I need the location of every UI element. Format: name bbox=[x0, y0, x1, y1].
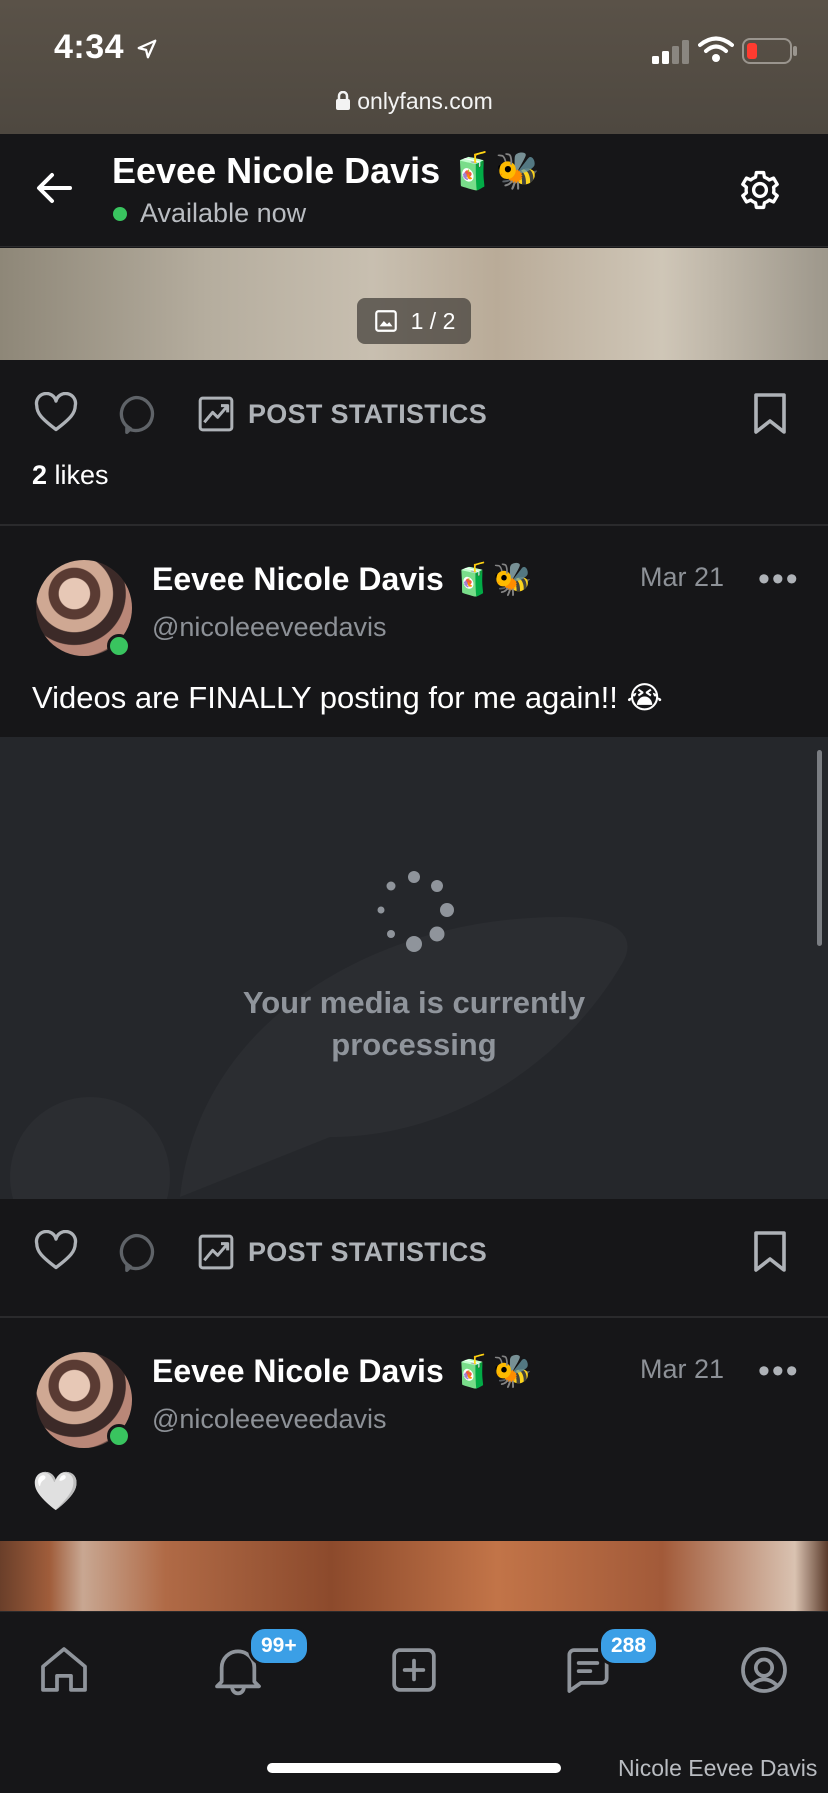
home-indicator[interactable] bbox=[267, 1763, 561, 1773]
more-options-button[interactable]: ••• bbox=[758, 560, 800, 599]
chart-icon bbox=[198, 1234, 234, 1270]
notifications-badge: 99+ bbox=[248, 1626, 310, 1666]
bookmark-button[interactable] bbox=[752, 392, 788, 436]
like-button[interactable] bbox=[34, 391, 78, 434]
post-author-name[interactable]: Eevee Nicole Davis 🧃🐝 bbox=[152, 560, 532, 598]
comment-button[interactable] bbox=[114, 392, 158, 436]
media-counter: 1 / 2 bbox=[357, 298, 471, 344]
processing-background-logo bbox=[10, 917, 628, 1199]
post-date: Mar 21 bbox=[640, 1354, 725, 1384]
processing-line-2: processing bbox=[331, 1027, 497, 1062]
bookmark-icon bbox=[754, 393, 786, 434]
likes-count: 2 likes bbox=[32, 460, 109, 491]
loading-spinner-icon bbox=[377, 871, 454, 952]
scrollbar[interactable] bbox=[817, 750, 822, 946]
address-bar[interactable]: onlyfans.com bbox=[0, 88, 828, 115]
back-button[interactable] bbox=[34, 168, 74, 208]
post-date: Mar 21 bbox=[640, 562, 725, 592]
more-options-button[interactable]: ••• bbox=[758, 1352, 800, 1391]
chart-icon bbox=[198, 396, 234, 432]
wifi-icon bbox=[698, 36, 734, 64]
post-divider bbox=[0, 1316, 828, 1318]
image-icon bbox=[374, 310, 397, 332]
nav-profile[interactable] bbox=[736, 1642, 792, 1698]
add-icon bbox=[392, 1648, 436, 1692]
like-button[interactable] bbox=[34, 1229, 78, 1272]
signal-icon bbox=[652, 40, 692, 64]
post-text: Videos are FINALLY posting for me again!… bbox=[32, 680, 663, 715]
likes-label: likes bbox=[54, 460, 109, 490]
heart-icon bbox=[34, 1229, 78, 1270]
profile-name: Eevee Nicole Davis 🧃🐝 bbox=[112, 150, 540, 191]
online-dot bbox=[107, 634, 131, 658]
gear-icon bbox=[741, 170, 779, 210]
settings-button[interactable] bbox=[738, 168, 782, 212]
arrow-left-icon bbox=[37, 173, 72, 203]
likes-number: 2 bbox=[32, 460, 48, 490]
watermark: Nicole Eevee Davis bbox=[618, 1755, 818, 1781]
online-dot bbox=[113, 207, 127, 221]
post-author-name[interactable]: Eevee Nicole Davis 🧃🐝 bbox=[152, 1352, 532, 1390]
post-image[interactable] bbox=[0, 1541, 828, 1611]
bookmark-icon bbox=[754, 1231, 786, 1272]
nav-home[interactable] bbox=[36, 1642, 92, 1698]
post-text: 🤍 bbox=[32, 1471, 80, 1513]
url-text: onlyfans.com bbox=[357, 88, 493, 114]
nav-add-post[interactable] bbox=[386, 1642, 442, 1698]
post-divider bbox=[0, 524, 828, 526]
processing-message: Your media is currently processing bbox=[0, 982, 828, 1066]
post-author-handle[interactable]: @nicoleeeveedavis bbox=[152, 1404, 387, 1435]
post-statistics-button[interactable]: POST STATISTICS bbox=[196, 392, 487, 436]
comment-icon bbox=[119, 1233, 155, 1272]
battery-icon bbox=[742, 38, 798, 64]
heart-icon bbox=[34, 391, 78, 432]
availability-status: Available now bbox=[140, 198, 307, 228]
post-statistics-button[interactable]: POST STATISTICS bbox=[196, 1230, 487, 1274]
online-dot bbox=[107, 1424, 131, 1448]
clock: 4:34 bbox=[54, 28, 158, 67]
post-statistics-label: POST STATISTICS bbox=[248, 1236, 488, 1267]
comment-icon bbox=[119, 395, 155, 434]
bookmark-button[interactable] bbox=[752, 1230, 788, 1274]
post-author-handle[interactable]: @nicoleeeveedavis bbox=[152, 612, 387, 643]
post-statistics-label: POST STATISTICS bbox=[248, 398, 488, 429]
location-arrow-icon bbox=[137, 39, 157, 59]
status-time: 4:34 bbox=[54, 28, 125, 66]
media-counter-text: 1 / 2 bbox=[410, 307, 456, 334]
messages-badge: 288 bbox=[598, 1626, 660, 1666]
home-icon bbox=[41, 1647, 87, 1692]
lock-icon bbox=[336, 90, 351, 110]
media-processing-panel bbox=[0, 737, 828, 1199]
processing-line-1: Your media is currently bbox=[242, 985, 586, 1020]
profile-icon bbox=[741, 1647, 787, 1693]
comment-button[interactable] bbox=[114, 1230, 158, 1274]
